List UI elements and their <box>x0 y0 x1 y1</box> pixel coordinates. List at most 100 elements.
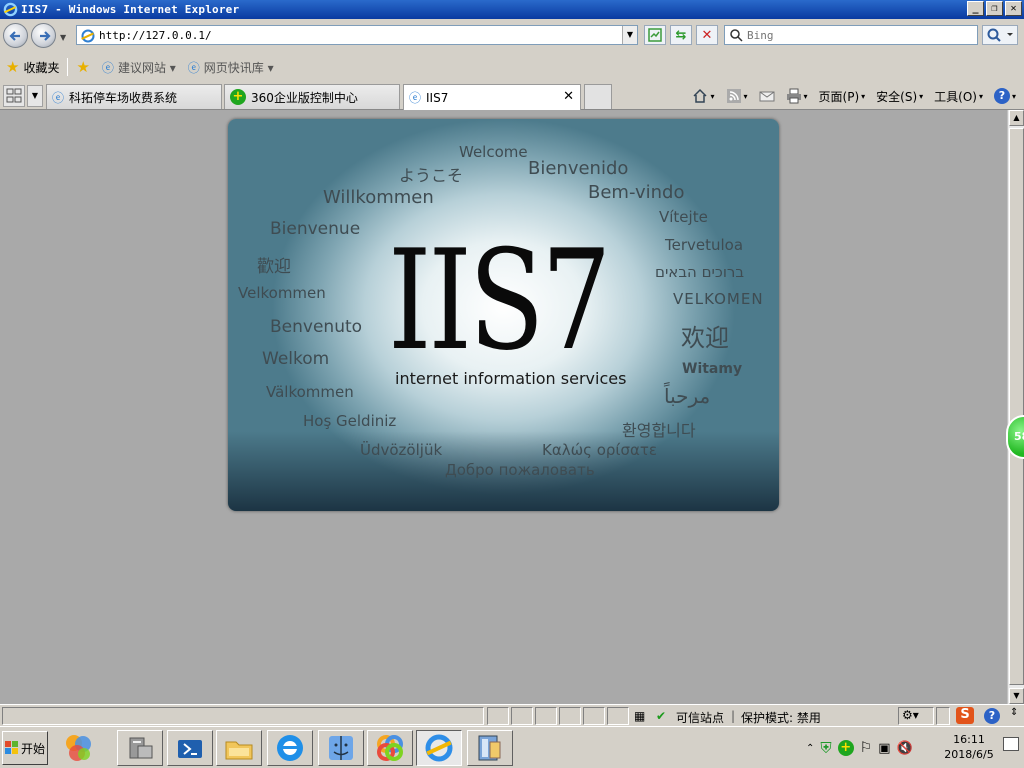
taskbar-app-360-suite[interactable] <box>55 730 101 766</box>
finder-face-icon <box>329 736 353 760</box>
suggested-sites-link[interactable]: ⓔ 建议网站 ▾ <box>96 56 182 78</box>
start-button[interactable]: 开始 <box>2 731 48 765</box>
status-dropdown-icon[interactable]: ⇕ <box>1010 707 1018 718</box>
greeting-word: 欢迎 <box>681 324 729 352</box>
security-zone[interactable]: 可信站点 <box>676 709 724 726</box>
taskbar-app-explorer[interactable] <box>216 730 262 766</box>
favorites-button[interactable]: ★ 收藏夹 <box>0 56 65 78</box>
help-icon[interactable]: ? <box>984 708 1000 724</box>
tab-parking-system[interactable]: ⓔ 科拓停车场收费系统 <box>46 84 222 109</box>
greeting-word: VELKOMEN <box>673 290 764 308</box>
status-pane <box>583 707 605 725</box>
forward-button[interactable] <box>31 23 56 48</box>
address-bar[interactable]: ▼ <box>76 25 638 45</box>
safety-menu[interactable]: 安全(S) ▾ <box>872 86 927 106</box>
tools-menu[interactable]: 工具(O) ▾ <box>930 86 987 106</box>
shield-icon[interactable]: ⛨ <box>820 739 831 757</box>
close-window-button[interactable]: ✕ <box>1005 1 1022 16</box>
ie-page-icon: ⓔ <box>101 60 114 75</box>
taskbar-app-ie-active[interactable] <box>416 730 462 766</box>
home-button[interactable]: ▾ <box>688 86 718 106</box>
help-button[interactable]: ? ▾ <box>990 86 1020 106</box>
taskbar-app-server-manager[interactable] <box>117 730 163 766</box>
flag-icon[interactable]: ⚐ <box>860 740 873 756</box>
add-favorite-icon: ★ <box>76 58 90 76</box>
tab-label: 科拓停车场收费系统 <box>69 90 178 105</box>
zoom-control[interactable]: ⚙▾ <box>898 707 934 725</box>
address-dropdown-icon[interactable]: ▼ <box>622 26 637 44</box>
new-tab-button[interactable] <box>584 84 612 109</box>
search-box[interactable] <box>724 25 978 45</box>
compatibility-view-button[interactable] <box>644 25 666 45</box>
greeting-word: Benvenuto <box>270 317 363 337</box>
url-input[interactable] <box>99 28 619 42</box>
360-icon: + <box>230 89 246 105</box>
separator <box>67 58 69 76</box>
title-bar: IIS7 - Windows Internet Explorer _ ❐ ✕ <box>0 0 1024 19</box>
iis7-logo: IIS7 <box>388 220 612 381</box>
tray-expand-icon[interactable]: ⌃ <box>806 743 814 754</box>
stop-button[interactable]: ✕ <box>696 25 718 45</box>
back-button[interactable] <box>3 23 28 48</box>
ie-icon <box>277 735 303 761</box>
scroll-up-icon[interactable]: ▲ <box>1009 110 1024 126</box>
quick-tabs-button[interactable] <box>3 85 25 107</box>
vertical-scrollbar[interactable]: ▲ ▼ <box>1007 110 1024 704</box>
tools-menu-label: 工具(O) <box>934 89 977 104</box>
minimize-button[interactable]: _ <box>967 1 984 16</box>
server-manager-icon <box>129 737 153 759</box>
refresh-icon: ⇆ <box>675 27 687 43</box>
show-desktop-button[interactable] <box>1003 737 1019 751</box>
feeds-button[interactable]: ▾ <box>722 86 752 106</box>
greeting-word: Willkommen <box>323 187 434 208</box>
greeting-word: Bienvenido <box>528 158 629 179</box>
ie-page-icon <box>81 29 95 43</box>
tab-iis7[interactable]: ⓔ IIS7 ✕ <box>403 84 581 110</box>
popup-blocker-icon[interactable]: ▦ <box>634 709 645 723</box>
greeting-word: 환영합니다 <box>622 421 696 440</box>
360-tray-icon[interactable]: + <box>837 740 854 756</box>
search-button[interactable] <box>982 25 1018 45</box>
greeting-word: Välkommen <box>266 383 354 401</box>
network-icon[interactable]: ▣ <box>878 741 890 756</box>
maximize-button[interactable]: ❐ <box>986 1 1003 16</box>
refresh-button[interactable]: ⇆ <box>670 25 692 45</box>
tab-list-button[interactable]: ▼ <box>27 85 43 107</box>
web-slice-gallery-link[interactable]: ⓔ 网页快讯库 ▾ <box>182 56 280 78</box>
web-slice-gallery-label: 网页快讯库 ▾ <box>203 60 274 75</box>
add-to-favorites-button[interactable]: ★ <box>70 56 95 78</box>
sogou-icon[interactable]: S <box>956 707 974 724</box>
taskbar-app-powershell[interactable] <box>167 730 213 766</box>
mail-button[interactable] <box>755 86 779 106</box>
protected-mode-status[interactable]: 保护模式: 禁用 <box>741 709 821 726</box>
taskbar-app-360-chain[interactable] <box>367 730 413 766</box>
close-tab-icon[interactable]: ✕ <box>563 89 574 104</box>
history-dropdown-icon[interactable]: ▼ <box>60 33 66 42</box>
volume-muted-icon[interactable]: 🔇 <box>897 741 913 756</box>
taskbar-app-finder[interactable] <box>318 730 364 766</box>
taskbar-app-ie[interactable] <box>267 730 313 766</box>
greeting-word: Üdvözöljük <box>360 441 443 459</box>
status-separator: | <box>731 709 736 723</box>
mail-icon <box>759 91 775 102</box>
taskbar-app-iis-manager[interactable] <box>467 730 513 766</box>
system-clock[interactable]: 16:11 2018/6/5 <box>938 732 1000 762</box>
rss-icon <box>726 89 741 103</box>
address-toolbar: ▼ ▼ ⇆ ✕ <box>0 19 1024 53</box>
search-input[interactable] <box>747 28 967 42</box>
compatibility-icon <box>648 28 662 42</box>
checkmark-icon: ✔ <box>656 709 667 723</box>
greeting-word: Bienvenue <box>270 219 361 239</box>
folder-icon <box>225 741 253 760</box>
colorful-knot-icon <box>377 735 403 761</box>
stop-icon: ✕ <box>701 27 713 43</box>
back-arrow-icon <box>9 31 20 41</box>
status-pane <box>936 707 950 725</box>
page-menu[interactable]: 页面(P) ▾ <box>815 86 870 106</box>
tab-360-console[interactable]: + 360企业版控制中心 <box>224 84 400 109</box>
ie-icon <box>425 734 453 762</box>
scroll-down-icon[interactable]: ▼ <box>1009 688 1024 704</box>
print-button[interactable]: ▾ <box>782 86 812 106</box>
scroll-thumb[interactable] <box>1009 128 1024 685</box>
help-icon: ? <box>993 88 1010 104</box>
